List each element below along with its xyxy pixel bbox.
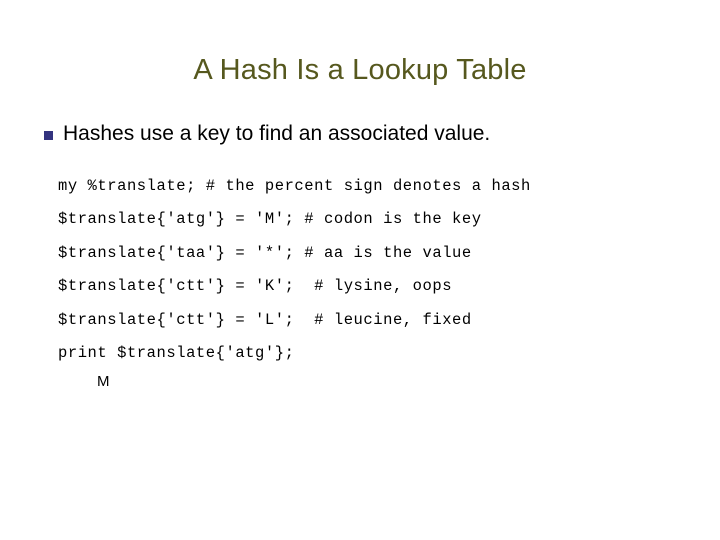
code-line: my %translate; # the percent sign denote… <box>58 177 531 195</box>
code-block: my %translate; # the percent sign denote… <box>58 170 698 370</box>
code-line: $translate{'ctt'} = 'L'; # leucine, fixe… <box>58 310 472 329</box>
page-title: A Hash Is a Lookup Table <box>193 54 527 86</box>
bullet-list-item: Hashes use a key to find an associated v… <box>44 120 704 148</box>
code-line: $translate{'taa'} = '*'; # aa is the val… <box>58 243 472 262</box>
code-line: $translate{'ctt'} = 'K'; # lysine, oops <box>58 277 453 296</box>
code-line: $translate{'atg'} = 'M'; # codon is the … <box>58 210 482 229</box>
code-line: print $translate{'atg'}; <box>58 344 295 363</box>
square-bullet-icon <box>44 131 53 140</box>
slide: A Hash Is a Lookup Table Hashes use a ke… <box>0 0 720 540</box>
bullet-item-label: Hashes use a key to find an associated v… <box>63 122 491 145</box>
code-output-text: M <box>97 373 110 390</box>
